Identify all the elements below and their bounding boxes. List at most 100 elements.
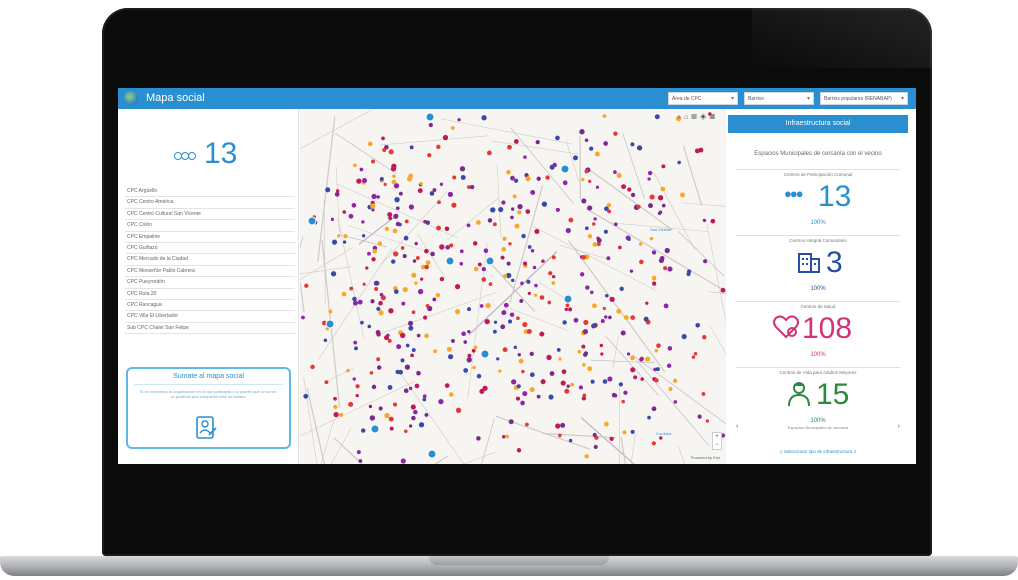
map-marker[interactable] [607,376,613,382]
map-marker[interactable] [686,269,692,274]
map-marker[interactable] [367,251,371,256]
map-marker[interactable] [720,287,726,293]
map-marker[interactable] [503,274,508,279]
map-marker[interactable] [455,407,462,414]
map-marker[interactable] [582,393,587,398]
map-marker[interactable] [496,357,500,361]
map-marker[interactable] [521,369,525,374]
map-marker[interactable] [402,287,408,293]
map-marker[interactable] [423,315,428,320]
map-marker[interactable] [564,388,570,394]
map-marker[interactable] [565,227,571,234]
map-marker[interactable] [551,281,556,285]
cpc-map-marker[interactable] [427,449,437,459]
map-marker[interactable] [566,384,570,388]
map-marker[interactable] [516,448,522,453]
map-marker[interactable] [387,385,393,390]
map-marker[interactable] [467,329,471,334]
map-marker[interactable] [457,118,461,122]
map-marker[interactable] [371,159,376,164]
map-marker[interactable] [517,204,523,210]
cpc-list-item[interactable]: CPC Villa El Libertador [125,311,295,323]
map-marker[interactable] [602,306,606,311]
map-marker[interactable] [454,309,461,315]
map-marker[interactable] [398,369,403,375]
cpc-map-marker[interactable] [325,319,335,329]
map-marker[interactable] [374,287,379,292]
map-marker[interactable] [377,241,383,246]
map-marker[interactable] [590,290,594,295]
map-marker[interactable] [570,382,575,387]
map-marker[interactable] [406,176,413,182]
map-marker[interactable] [520,281,524,286]
map-marker[interactable] [630,355,635,361]
map-marker[interactable] [445,245,451,250]
map-marker[interactable] [378,406,383,411]
map-marker[interactable] [658,257,664,264]
zoom-in-button[interactable]: + [713,433,721,441]
map-marker[interactable] [451,202,457,208]
map-marker[interactable] [548,394,554,400]
map-marker[interactable] [485,302,491,309]
map-marker[interactable] [533,293,538,298]
map-marker[interactable] [449,392,454,397]
map-marker[interactable] [447,191,454,198]
map-marker[interactable] [405,343,410,348]
cpc-map-marker[interactable] [485,256,495,266]
map-marker[interactable] [349,286,354,291]
map-marker[interactable] [582,352,588,357]
chevron-left-icon[interactable]: ‹ [736,423,738,430]
map-marker[interactable] [361,234,366,238]
map-marker[interactable] [346,368,350,373]
map-marker[interactable] [619,286,624,291]
map-marker[interactable] [524,422,529,427]
map-marker[interactable] [562,180,568,186]
map-marker[interactable] [702,334,707,340]
map-marker[interactable] [697,414,702,419]
map-marker[interactable] [408,204,415,210]
map-marker[interactable] [339,412,344,417]
map-marker[interactable] [488,282,493,286]
map-marker[interactable] [593,217,597,221]
map-marker[interactable] [584,138,589,143]
map-marker[interactable] [584,226,589,231]
map-marker[interactable] [536,394,541,399]
map-marker[interactable] [392,402,398,407]
map-marker[interactable] [600,352,604,356]
map-marker[interactable] [654,114,660,120]
map-marker[interactable] [437,200,441,205]
map-marker[interactable] [359,167,364,172]
map-marker[interactable] [370,299,375,304]
map-marker[interactable] [379,177,384,182]
map-marker[interactable] [639,259,644,265]
map-marker[interactable] [622,430,627,435]
cpc-map-marker[interactable] [425,112,435,122]
map-marker[interactable] [481,277,487,282]
map-marker[interactable] [511,207,515,211]
map-marker[interactable] [582,328,589,335]
map-marker[interactable] [581,198,587,204]
map-marker[interactable] [640,356,644,361]
map-marker[interactable] [376,195,380,199]
layers-icon[interactable]: ▤ [691,114,699,121]
map-marker[interactable] [517,353,521,357]
map-marker[interactable] [467,307,471,312]
map-marker[interactable] [506,169,511,175]
map-marker[interactable] [621,184,627,190]
map-marker[interactable] [596,238,602,243]
map-marker[interactable] [508,242,512,246]
map-marker[interactable] [420,277,424,281]
map-marker[interactable] [459,166,466,172]
map-marker[interactable] [378,310,384,316]
map-marker[interactable] [343,234,348,239]
map-marker[interactable] [638,242,643,246]
map-marker[interactable] [404,364,411,370]
map-marker[interactable] [649,236,654,241]
map-marker[interactable] [534,228,540,235]
map-marker[interactable] [516,384,521,389]
map-marker[interactable] [587,233,593,239]
map-marker[interactable] [578,385,583,390]
map-marker[interactable] [507,319,513,324]
map-marker[interactable] [411,415,416,421]
map-marker[interactable] [551,274,556,279]
